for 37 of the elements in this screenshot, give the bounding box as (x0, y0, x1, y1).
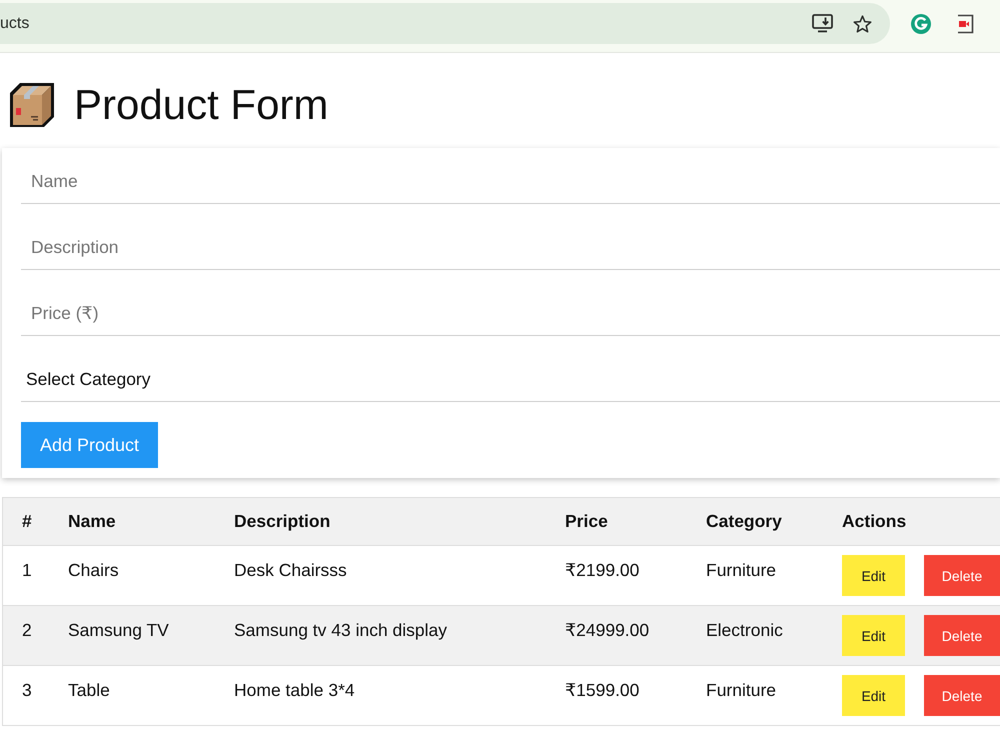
row-number: 3 (22, 680, 32, 700)
edit-button[interactable]: Edit (842, 615, 905, 656)
product-category: Furniture (706, 680, 776, 700)
edit-button[interactable]: Edit (842, 675, 905, 716)
star-icon[interactable] (853, 14, 872, 32)
product-description: Samsung tv 43 inch display (234, 620, 448, 640)
cardboard-box-icon (7, 80, 57, 130)
page-title: Product Form (74, 80, 328, 130)
product-price: ₹2199.00 (565, 560, 640, 580)
column-header: Price (565, 498, 706, 546)
delete-button[interactable]: Delete (924, 555, 1000, 596)
column-header: # (3, 498, 68, 546)
address-bar[interactable]: ucts (0, 3, 890, 44)
text-input-field[interactable]: Price (₹) (21, 292, 1000, 336)
product-name: Samsung TV (68, 620, 169, 640)
product-description: Home table 3*4 (234, 680, 355, 700)
product-name: Table (68, 680, 110, 700)
product-category: Furniture (706, 560, 776, 580)
product-price: ₹1599.00 (565, 680, 640, 700)
category-select[interactable]: Select Category (21, 358, 1000, 402)
column-header: Description (234, 498, 565, 546)
edit-button[interactable]: Edit (842, 555, 905, 596)
product-name: Chairs (68, 560, 119, 580)
text-input-field[interactable]: Name (21, 160, 1000, 204)
column-header: Category (706, 498, 842, 546)
column-header: Actions (842, 498, 1000, 546)
column-header: Name (68, 498, 234, 546)
text-input-field[interactable]: Description (21, 226, 1000, 270)
row-number: 1 (22, 560, 32, 580)
circle-logo-icon[interactable] (911, 14, 931, 34)
product-description: Desk Chairsss (234, 560, 347, 580)
product-category: Electronic (706, 620, 783, 640)
monitor-download-icon[interactable] (812, 14, 833, 33)
product-price: ₹24999.00 (565, 620, 650, 640)
delete-button[interactable]: Delete (924, 615, 1000, 656)
delete-button[interactable]: Delete (924, 675, 1000, 716)
row-number: 2 (22, 620, 32, 640)
